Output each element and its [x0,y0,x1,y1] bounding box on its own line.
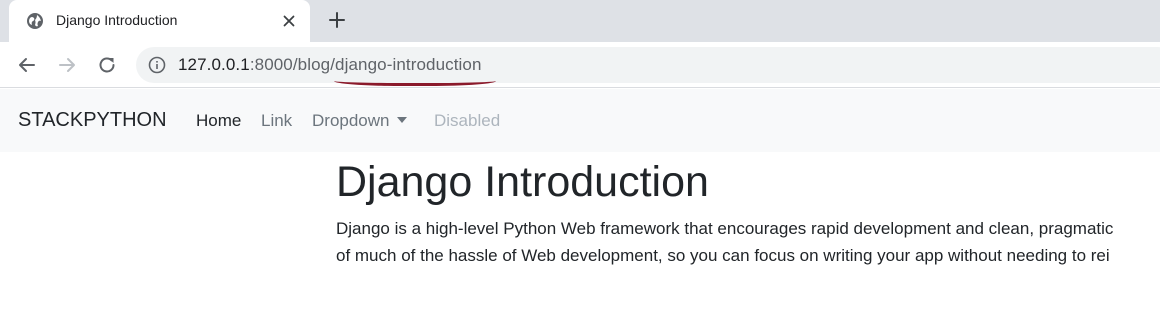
caret-down-icon [396,117,407,123]
plus-icon[interactable] [327,10,347,30]
post-content: Django Introduction Django is a high-lev… [336,155,1160,269]
post-body-line-1: Django is a high-level Python Web framew… [336,219,1114,238]
nav-link-disabled: Disabled [434,111,501,130]
browser-tab-strip: Django Introduction [0,0,1160,42]
nav-link-link[interactable]: Link [261,111,292,131]
browser-tab[interactable]: Django Introduction [9,0,310,42]
reload-icon[interactable] [96,54,118,76]
navbar-brand[interactable]: STACKPYTHON [18,109,167,132]
close-icon[interactable] [281,13,297,29]
url-host: 127.0.0.1 [178,55,250,74]
nav-dropdown-toggle[interactable]: Dropdown [312,111,407,131]
browser-toolbar: 127.0.0.1:8000/blog/django-introduction [0,42,1160,88]
info-icon[interactable] [148,56,166,74]
globe-icon [27,13,43,29]
address-bar[interactable]: 127.0.0.1:8000/blog/django-introduction [136,47,1160,83]
nav-dropdown-label: Dropdown [312,111,390,130]
url-path: :8000/blog/django-introduction [249,55,482,74]
back-arrow-icon[interactable] [16,54,38,76]
nav-link-home[interactable]: Home [196,111,241,131]
post-body-line-2: of much of the hassle of Web development… [336,246,1110,265]
post-body: Django is a high-level Python Web framew… [336,215,1160,269]
forward-arrow-icon[interactable] [56,54,78,76]
tab-title: Django Introduction [56,12,178,28]
url-text[interactable]: 127.0.0.1:8000/blog/django-introduction [178,55,482,75]
site-navbar: STACKPYTHON Home Link Dropdown Disabled [0,89,1160,152]
post-title: Django Introduction [336,158,709,206]
